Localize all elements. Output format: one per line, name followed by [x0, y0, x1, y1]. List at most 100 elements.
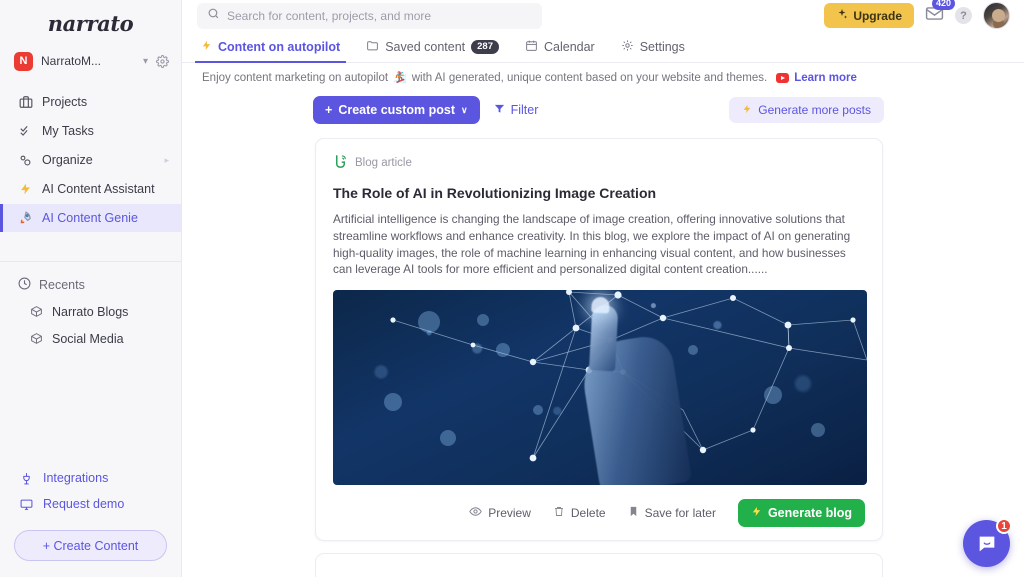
plus-icon: +: [325, 103, 333, 117]
gear-icon[interactable]: [156, 54, 169, 68]
search-box[interactable]: [197, 2, 542, 29]
search-icon: [207, 7, 220, 25]
next-content-card-partial: [315, 553, 883, 577]
recents-label: Recents: [39, 278, 85, 292]
sidebar-item-label: Request demo: [43, 497, 125, 511]
action-bar: + Create custom post ∨ Filter Generate m…: [182, 88, 1024, 124]
sidebar-divider: [0, 261, 181, 262]
organize-icon: [18, 153, 33, 168]
delete-button[interactable]: Delete: [553, 505, 606, 521]
card-body-text: Artificial intelligence is changing the …: [333, 212, 851, 277]
tab-label: Saved content: [385, 39, 466, 54]
brand-logo[interactable]: narrato: [0, 0, 181, 46]
user-avatar[interactable]: [983, 2, 1010, 30]
check-tasks-icon: [18, 124, 33, 138]
bookmark-icon: [628, 505, 639, 521]
create-custom-post-label: Create custom post: [338, 103, 456, 117]
rocket-icon: [18, 211, 33, 225]
upgrade-button[interactable]: Upgrade: [824, 3, 914, 29]
generate-more-posts-button[interactable]: Generate more posts: [729, 97, 884, 123]
search-input[interactable]: [227, 8, 532, 23]
blogger-b-icon: [333, 154, 348, 172]
app-root: narrato N NarratoM... ▾ Projects My Task…: [0, 0, 1024, 577]
upgrade-label: Upgrade: [853, 8, 902, 23]
sidebar-item-label: Integrations: [43, 471, 109, 485]
sparkle-icon: [836, 8, 848, 23]
sidebar-item-label: AI Content Assistant: [42, 182, 155, 196]
sidebar-item-label: Projects: [42, 95, 88, 109]
card-type: Blog article: [333, 154, 865, 172]
generate-blog-label: Generate blog: [767, 506, 852, 520]
sidebar-item-label: My Tasks: [42, 124, 94, 138]
top-bar: Upgrade 420 ?: [182, 0, 1024, 32]
calendar-icon: [525, 39, 538, 55]
main-area: Upgrade 420 ?: [182, 0, 1024, 577]
sidebar-item-ai-content-genie[interactable]: AI Content Genie: [0, 204, 181, 232]
tab-settings[interactable]: Settings: [608, 31, 698, 62]
generate-blog-button[interactable]: Generate blog: [737, 499, 865, 527]
sidebar-item-organize[interactable]: Organize ▸: [0, 146, 181, 174]
chevron-down-icon[interactable]: ∨: [461, 105, 468, 116]
filter-button[interactable]: Filter: [494, 103, 539, 117]
tab-label: Settings: [639, 39, 685, 54]
tab-saved-content[interactable]: Saved content 287: [353, 31, 512, 62]
create-custom-post-button[interactable]: + Create custom post ∨: [313, 96, 480, 124]
banner-text-part1: Enjoy content marketing on autopilot: [202, 71, 389, 84]
tab-content-on-autopilot[interactable]: Content on autopilot: [188, 31, 353, 64]
eye-icon: [469, 505, 482, 521]
delete-label: Delete: [570, 506, 606, 520]
top-bar-right: Upgrade 420 ?: [824, 0, 1010, 30]
brand-wordmark: narrato: [47, 10, 134, 36]
sidebar-item-label: AI Content Genie: [42, 211, 138, 225]
sidebar-item-integrations[interactable]: Integrations: [0, 465, 181, 491]
sidebar-footer: Integrations Request demo + Create Conte…: [0, 465, 181, 577]
sidebar-item-label: Organize: [42, 153, 93, 167]
info-banner: Enjoy content marketing on autopilot 🏂 w…: [182, 68, 1024, 88]
sidebar: narrato N NarratoM... ▾ Projects My Task…: [0, 0, 182, 577]
saved-content-count-badge: 287: [471, 39, 499, 54]
briefcase-icon: [18, 95, 33, 109]
tab-calendar[interactable]: Calendar: [512, 31, 608, 62]
gear-icon: [621, 39, 634, 55]
youtube-icon[interactable]: [776, 72, 790, 83]
sidebar-item-request-demo[interactable]: Request demo: [0, 491, 181, 517]
sidebar-item-my-tasks[interactable]: My Tasks: [0, 117, 181, 145]
folder-icon: [366, 39, 379, 55]
card-image: [333, 290, 867, 485]
create-content-label: + Create Content: [42, 538, 139, 553]
chat-widget[interactable]: 1: [963, 518, 1012, 567]
content-card: Blog article The Role of AI in Revolutio…: [315, 138, 883, 541]
recent-item-narrato-blogs[interactable]: Narrato Blogs: [0, 298, 181, 325]
box-icon: [30, 305, 44, 318]
help-icon[interactable]: ?: [955, 7, 972, 25]
sidebar-item-ai-content-assistant[interactable]: AI Content Assistant: [0, 175, 181, 203]
chevron-down-icon[interactable]: ▾: [143, 56, 148, 67]
plug-icon: [20, 472, 34, 485]
save-for-later-button[interactable]: Save for later: [628, 505, 716, 521]
lightning-icon: [18, 182, 33, 196]
learn-more-link[interactable]: Learn more: [794, 72, 857, 84]
workspace-selector[interactable]: N NarratoM... ▾: [0, 46, 181, 76]
card-actions: Preview Delete Save for later Generate b…: [333, 499, 865, 527]
filter-label: Filter: [510, 103, 539, 117]
box-icon: [30, 332, 44, 345]
save-for-later-label: Save for later: [644, 506, 716, 520]
lightning-icon: [742, 103, 752, 118]
help-label: ?: [960, 9, 967, 22]
sidebar-nav: Projects My Tasks Organize ▸ AI Content …: [0, 86, 181, 239]
preview-button[interactable]: Preview: [469, 505, 531, 521]
trash-icon: [553, 505, 565, 521]
tab-bar: Content on autopilot Saved content 287 C: [182, 31, 1024, 64]
chevron-right-icon[interactable]: ▸: [164, 155, 169, 166]
recent-item-label: Social Media: [52, 331, 124, 346]
workspace-avatar: N: [14, 51, 33, 71]
recent-item-social-media[interactable]: Social Media: [0, 325, 181, 352]
recent-item-label: Narrato Blogs: [52, 304, 129, 319]
create-content-button[interactable]: + Create Content: [14, 530, 167, 561]
filter-icon: [494, 103, 505, 117]
card-title: The Role of AI in Revolutionizing Image …: [333, 185, 657, 201]
banner-text-part2: with AI generated, unique content based …: [411, 71, 768, 84]
workspace-name: NarratoM...: [41, 54, 102, 68]
messages-button[interactable]: 420: [925, 0, 956, 28]
sidebar-item-projects[interactable]: Projects: [0, 88, 181, 116]
